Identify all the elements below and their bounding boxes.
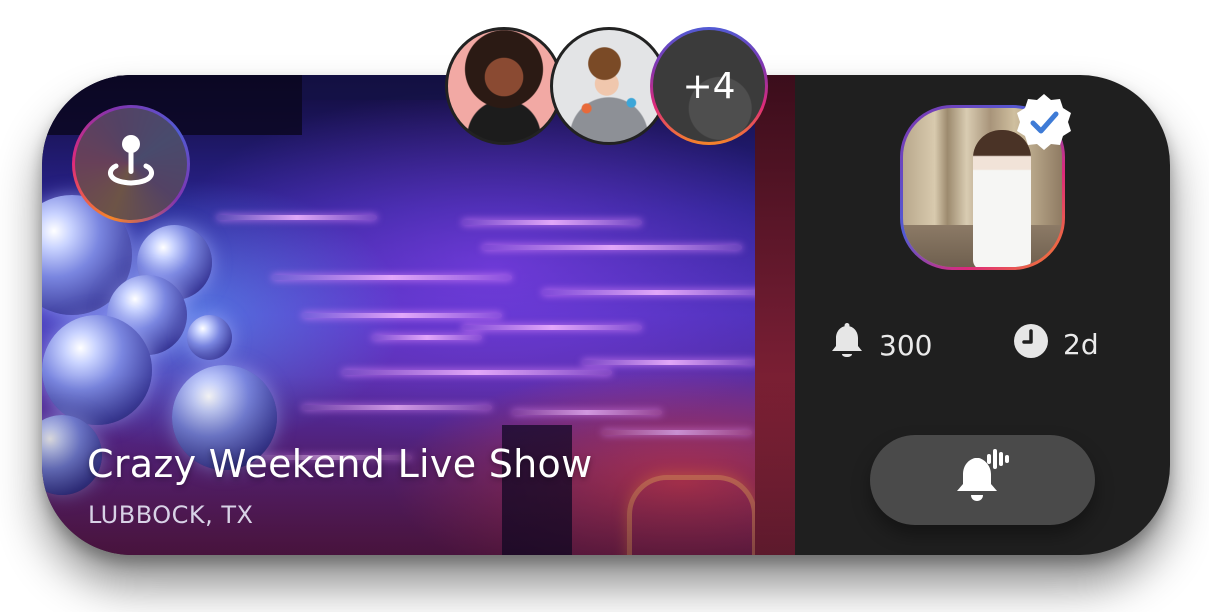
time-left-value: 2d [1063, 328, 1099, 361]
map-pin-icon [103, 130, 159, 198]
more-attendees-count: +4 [682, 65, 736, 107]
attendee-avatar-1[interactable] [445, 27, 563, 145]
bell-ringing-icon [953, 448, 1013, 512]
event-location: LUBBOCK, TX [88, 501, 254, 529]
notify-button[interactable] [870, 435, 1095, 525]
bell-icon [829, 323, 865, 368]
subscribers-count: 300 [879, 329, 933, 362]
event-title: Crazy Weekend Live Show [87, 442, 593, 486]
more-attendees-button[interactable]: +4 [650, 27, 768, 145]
time-left-stat: 2d [1013, 323, 1099, 366]
verified-badge-icon [1013, 91, 1075, 153]
subscribers-stat: 300 [829, 323, 932, 368]
clock-icon [1013, 323, 1049, 366]
location-button[interactable] [72, 105, 190, 223]
